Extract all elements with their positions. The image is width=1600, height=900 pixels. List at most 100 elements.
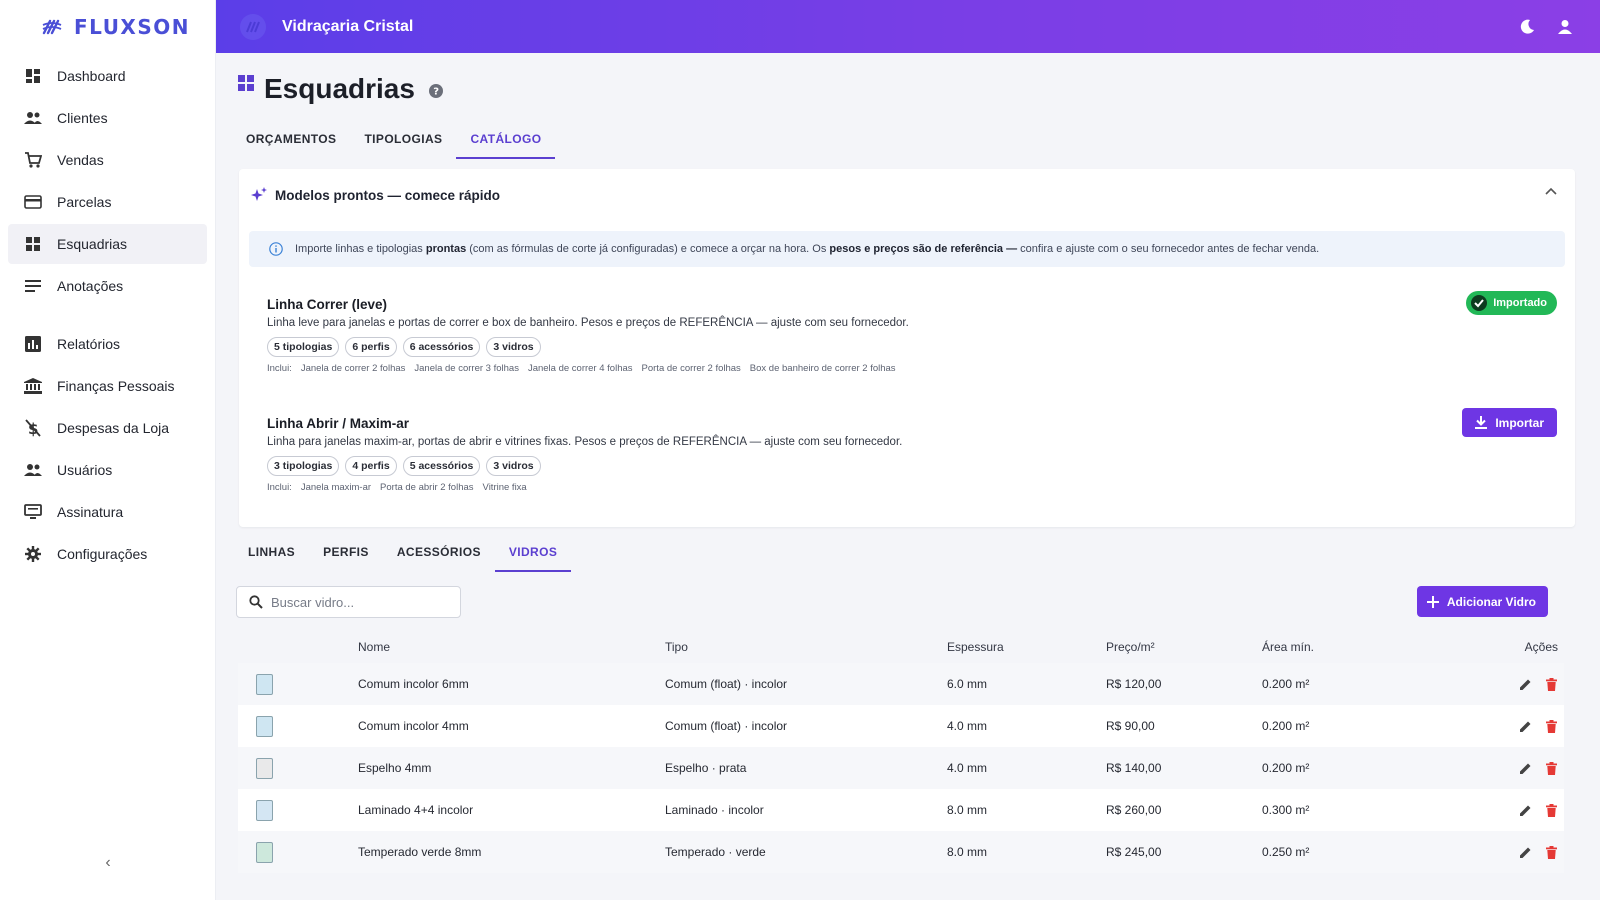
- table-row[interactable]: Laminado 4+4 incolor Laminado · incolor …: [238, 789, 1564, 831]
- add-glass-button[interactable]: Adicionar Vidro: [1416, 586, 1548, 617]
- sidebar-item-despesas-da-loja[interactable]: $ Despesas da Loja: [8, 408, 207, 448]
- sidebar-item-anotacoes[interactable]: Anotações: [8, 266, 207, 306]
- cell-tipo: Laminado · incolor: [665, 803, 764, 817]
- edit-icon[interactable]: [1518, 677, 1532, 691]
- glass-color-swatch: [256, 715, 273, 737]
- cell-preco: R$ 245,00: [1106, 845, 1162, 859]
- column-header[interactable]: Preço/m²: [1106, 640, 1262, 654]
- delete-icon[interactable]: [1544, 719, 1558, 733]
- imported-badge: Importado: [1466, 291, 1557, 315]
- delete-icon[interactable]: [1544, 803, 1558, 817]
- tab-catalogo[interactable]: CATÁLOGO: [456, 119, 556, 159]
- cell-area: 0.200 m²: [1262, 719, 1310, 733]
- tab-acessorios[interactable]: ACESSÓRIOS: [383, 532, 495, 572]
- cell-tipo: Temperado · verde: [665, 845, 766, 859]
- sidebar-item-relatorios[interactable]: Relatórios: [8, 324, 207, 364]
- dark-mode-icon[interactable]: [1516, 16, 1538, 38]
- people-icon: [24, 109, 42, 127]
- sidebar-item-label: Dashboard: [57, 68, 126, 84]
- glass-color-swatch: [256, 757, 273, 779]
- column-header[interactable]: Espessura: [947, 640, 1106, 654]
- users-icon: [24, 461, 42, 479]
- svg-text:?: ?: [433, 87, 439, 98]
- tab-linhas[interactable]: LINHAS: [234, 532, 309, 572]
- account-icon[interactable]: [1554, 16, 1576, 38]
- sidebar-item-clientes[interactable]: Clientes: [8, 98, 207, 138]
- info-banner: Importe linhas e tipologias prontas (com…: [249, 231, 1565, 267]
- sidebar-item-vendas[interactable]: Vendas: [8, 140, 207, 180]
- main-tabs: ORÇAMENTOS TIPOLOGIAS CATÁLOGO: [232, 119, 556, 159]
- delete-icon[interactable]: [1544, 845, 1558, 859]
- table-header: Nome Tipo Espessura Preço/m² Área mín. A…: [238, 631, 1564, 663]
- chip: 6 acessórios: [402, 337, 481, 357]
- glass-table: Nome Tipo Espessura Preço/m² Área mín. A…: [238, 631, 1564, 873]
- tab-orcamentos[interactable]: ORÇAMENTOS: [232, 119, 350, 159]
- sidebar-item-dashboard[interactable]: Dashboard: [8, 56, 207, 96]
- bar-chart-icon: [24, 335, 42, 353]
- import-button[interactable]: Importar: [1462, 408, 1557, 437]
- edit-icon[interactable]: [1518, 761, 1532, 775]
- info-text: Importe linhas e tipologias prontas (com…: [295, 243, 1320, 255]
- help-icon[interactable]: ?: [428, 84, 443, 98]
- glass-color-swatch: [256, 673, 273, 695]
- search-box[interactable]: [236, 586, 461, 618]
- edit-icon[interactable]: [1518, 845, 1532, 859]
- delete-icon[interactable]: [1544, 761, 1558, 775]
- brand-logo[interactable]: FLUXSON: [0, 0, 215, 54]
- sidebar-item-label: Usuários: [57, 462, 113, 478]
- collapse-sidebar-chevron-left-icon[interactable]: ‹: [98, 854, 118, 874]
- delete-icon[interactable]: [1544, 677, 1558, 691]
- chip: 3 tipologias: [267, 456, 340, 476]
- column-header[interactable]: Tipo: [665, 640, 947, 654]
- chevron-up-icon[interactable]: [1545, 187, 1557, 195]
- table-row[interactable]: Comum incolor 4mm Comum (float) · incolo…: [238, 705, 1564, 747]
- cell-preco: R$ 260,00: [1106, 803, 1162, 817]
- sidebar-item-configuracoes[interactable]: Configurações: [8, 534, 207, 574]
- edit-icon[interactable]: [1518, 803, 1532, 817]
- column-header[interactable]: Nome: [358, 640, 665, 654]
- cell-nome: Espelho 4mm: [358, 761, 432, 775]
- model-chips: 3 tipologias 4 perfis 5 acessórios 3 vid…: [267, 456, 1557, 476]
- sidebar-item-financas-pessoais[interactable]: Finanças Pessoais: [8, 366, 207, 406]
- model-chips: 5 tipologias 6 perfis 6 acessórios 3 vid…: [267, 337, 1557, 357]
- search-icon: [249, 595, 263, 609]
- sidebar-item-label: Finanças Pessoais: [57, 378, 175, 394]
- card-header[interactable]: Modelos prontos — comece rápido: [239, 169, 1575, 221]
- sidebar-item-esquadrias[interactable]: Esquadrias: [8, 224, 207, 264]
- grid-icon: [238, 75, 254, 91]
- column-header[interactable]: Área mín.: [1262, 640, 1432, 654]
- check-circle-icon: [1471, 295, 1488, 311]
- model-name: Linha Correr (leve): [267, 297, 388, 312]
- table-body: Comum incolor 6mm Comum (float) · incolo…: [238, 663, 1564, 873]
- company-title: Vidraçaria Cristal: [282, 17, 414, 35]
- table-row[interactable]: Comum incolor 6mm Comum (float) · incolo…: [238, 663, 1564, 705]
- page-title: Esquadrias: [264, 73, 415, 104]
- fluxson-logo-icon: [42, 19, 62, 35]
- sidebar-item-usuarios[interactable]: Usuários: [8, 450, 207, 490]
- bank-icon: [24, 377, 42, 395]
- info-icon: [269, 242, 283, 256]
- sidebar-item-label: Anotações: [57, 278, 124, 294]
- model-description: Linha leve para janelas e portas de corr…: [267, 317, 909, 329]
- tab-tipologias[interactable]: TIPOLOGIAS: [350, 119, 456, 159]
- brand-name: FLUXSON: [74, 15, 190, 39]
- search-input[interactable]: [271, 594, 451, 610]
- money-off-icon: $: [24, 419, 42, 437]
- sidebar-item-label: Assinatura: [57, 504, 124, 520]
- tab-perfis[interactable]: PERFIS: [309, 532, 383, 572]
- sidebar-item-assinatura[interactable]: Assinatura: [8, 492, 207, 532]
- credit-card-icon: [24, 193, 42, 211]
- sidebar-item-parcelas[interactable]: Parcelas: [8, 182, 207, 222]
- table-row[interactable]: Temperado verde 8mm Temperado · verde 8.…: [238, 831, 1564, 873]
- cell-nome: Laminado 4+4 incolor: [358, 803, 474, 817]
- cell-area: 0.250 m²: [1262, 845, 1310, 859]
- sidebar-item-label: Despesas da Loja: [57, 420, 170, 436]
- cell-espessura: 6.0 mm: [947, 677, 988, 691]
- sidebar-item-label: Configurações: [57, 546, 148, 562]
- tab-vidros[interactable]: VIDROS: [494, 532, 572, 572]
- edit-icon[interactable]: [1518, 719, 1532, 733]
- top-app-bar: Vidraçaria Cristal: [216, 0, 1600, 53]
- chip: 3 vidros: [486, 337, 541, 357]
- cell-espessura: 4.0 mm: [947, 761, 988, 775]
- table-row[interactable]: Espelho 4mm Espelho · prata 4.0 mm R$ 14…: [238, 747, 1564, 789]
